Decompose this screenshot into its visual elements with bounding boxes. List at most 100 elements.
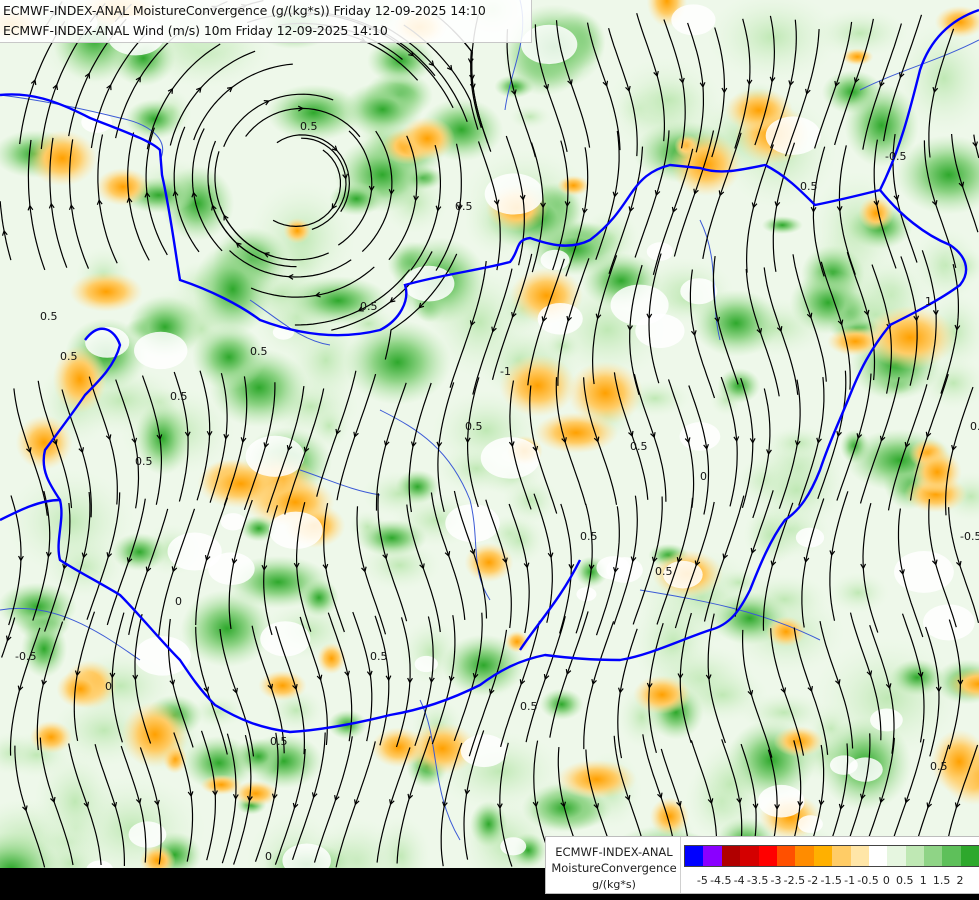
contour-label: 0.5 bbox=[455, 200, 473, 213]
neutral-patch bbox=[829, 755, 858, 775]
color-legend: ECMWF-INDEX-ANAL MoistureConvergence g/(… bbox=[545, 836, 979, 894]
contour-label: 0.5 bbox=[40, 310, 58, 323]
contour-label: 0.5 bbox=[360, 300, 378, 313]
convergence-patch bbox=[844, 83, 919, 168]
legend-swatch bbox=[850, 846, 869, 866]
divergence-patch bbox=[556, 759, 637, 800]
legend-tick: 0.5 bbox=[896, 874, 914, 887]
legend-tick: -1.5 bbox=[820, 874, 842, 887]
contour-label: 0.5 bbox=[370, 650, 388, 663]
legend-swatch bbox=[832, 846, 851, 866]
contour-label: 0.5 bbox=[250, 345, 268, 358]
contour-label: 0.5 bbox=[630, 440, 648, 453]
legend-swatch bbox=[758, 846, 777, 866]
title-wind: ECMWF-INDEX-ANAL Wind (m/s) 10m Friday 1… bbox=[3, 23, 388, 38]
convergence-patch bbox=[494, 74, 535, 99]
contour-label: 0.5 bbox=[580, 530, 598, 543]
divergence-patch bbox=[283, 217, 312, 244]
divergence-patch bbox=[258, 670, 307, 701]
neutral-patch bbox=[245, 435, 305, 477]
legend-tick: -4.5 bbox=[710, 874, 732, 887]
legend-tick: 1.5 bbox=[932, 874, 951, 887]
legend-tick: -0.5 bbox=[857, 874, 879, 887]
contour-label: -0.5 bbox=[960, 530, 979, 543]
neutral-patch bbox=[134, 331, 188, 370]
divergence-patch bbox=[121, 701, 189, 768]
neutral-patch bbox=[679, 422, 721, 451]
legend-swatch bbox=[740, 846, 759, 866]
legend-tick: -3 bbox=[770, 874, 782, 887]
title-moisture-convergence: ECMWF-INDEX-ANAL MoistureConvergence (g/… bbox=[3, 3, 486, 18]
contour-label: 0 bbox=[700, 470, 707, 483]
contour-label: 0.5 bbox=[655, 565, 673, 578]
weather-map[interactable]: 0.5 0.5 0.5 0.5 0.5 0.5 0.5 0.5 0.5 0.5 0.5 0.5 0.5 0… bbox=[0, 0, 979, 900]
divergence-patch bbox=[27, 130, 98, 187]
convergence-patch bbox=[539, 688, 584, 720]
legend-swatch bbox=[868, 846, 888, 866]
convergence-patch bbox=[761, 216, 803, 235]
contour-label: 1 bbox=[925, 295, 932, 308]
contour-label: -1 bbox=[500, 365, 511, 378]
legend-swatch bbox=[887, 846, 906, 866]
neutral-patch bbox=[220, 513, 246, 531]
legend-swatch bbox=[924, 846, 943, 866]
legend-color-scale bbox=[684, 845, 979, 867]
legend-tick-labels: -5 -4.5 -4 -3.5 -3 -2.5 -2 -1.5 -1 -0.5 0 0.5 1 1.5 2 bbox=[684, 874, 974, 888]
neutral-patch bbox=[757, 784, 805, 818]
legend-tick: -3.5 bbox=[746, 874, 769, 887]
contour-label: -0.5 bbox=[15, 650, 36, 663]
legend-swatch bbox=[942, 846, 961, 866]
contour-label: 0.5 bbox=[270, 735, 288, 748]
contour-label: 0.5 bbox=[60, 350, 78, 363]
contour-label: 0.5 bbox=[135, 455, 153, 468]
neutral-patch bbox=[923, 604, 975, 641]
legend-tick: 2 bbox=[956, 874, 964, 887]
legend-divider bbox=[680, 837, 681, 893]
contour-label: 0.5 bbox=[520, 700, 538, 713]
divergence-patch bbox=[773, 725, 824, 757]
legend-model: ECMWF-INDEX-ANAL bbox=[555, 845, 673, 859]
legend-tick: -4 bbox=[733, 874, 745, 887]
legend-tick: -2 bbox=[807, 874, 819, 887]
divergence-patch bbox=[912, 449, 962, 495]
contour-label: 0.5 bbox=[930, 760, 948, 773]
map-title-box: ECMWF-INDEX-ANAL MoistureConvergence (g/… bbox=[0, 0, 532, 43]
divergence-patch bbox=[29, 720, 73, 754]
divergence-patch bbox=[557, 175, 590, 196]
field-light-patch bbox=[826, 572, 890, 614]
contour-label: 0.5 bbox=[800, 180, 818, 193]
legend-swatch bbox=[813, 846, 833, 866]
legend-parameter: MoistureConvergence bbox=[551, 861, 677, 875]
neutral-patch bbox=[870, 708, 903, 732]
contour-label: 0.5 bbox=[300, 120, 318, 133]
convergence-patch bbox=[789, 271, 867, 335]
field-light-patch bbox=[508, 104, 552, 129]
divergence-patch bbox=[317, 642, 346, 675]
contour-label: 0 bbox=[265, 850, 272, 863]
neutral-patch bbox=[460, 734, 508, 768]
divergence-patch bbox=[56, 669, 105, 709]
divergence-patch bbox=[371, 727, 427, 768]
field-light-patch bbox=[627, 76, 709, 124]
convergence-patch bbox=[356, 519, 427, 557]
contour-label: 0.5 bbox=[465, 420, 483, 433]
divergence-patch bbox=[95, 167, 151, 206]
legend-swatch bbox=[703, 846, 722, 866]
legend-swatch bbox=[776, 846, 796, 866]
legend-swatch bbox=[905, 846, 925, 866]
legend-swatch bbox=[960, 846, 979, 866]
divergence-patch bbox=[567, 361, 644, 425]
legend-swatch bbox=[795, 846, 814, 866]
neutral-patch bbox=[269, 511, 323, 550]
neutral-patch bbox=[671, 4, 716, 36]
legend-unit: g/(kg*s) bbox=[592, 878, 636, 891]
legend-tick: -2.5 bbox=[783, 874, 806, 887]
legend-tick: -1 bbox=[844, 874, 856, 887]
legend-tick: 0 bbox=[882, 874, 890, 887]
convergence-patch bbox=[0, 582, 78, 631]
contour-label: 0 bbox=[175, 595, 182, 608]
legend-swatch bbox=[685, 846, 704, 866]
contour-label: 0.5 bbox=[170, 390, 188, 403]
neutral-patch bbox=[680, 278, 718, 305]
legend-tick: -5 bbox=[696, 874, 708, 887]
